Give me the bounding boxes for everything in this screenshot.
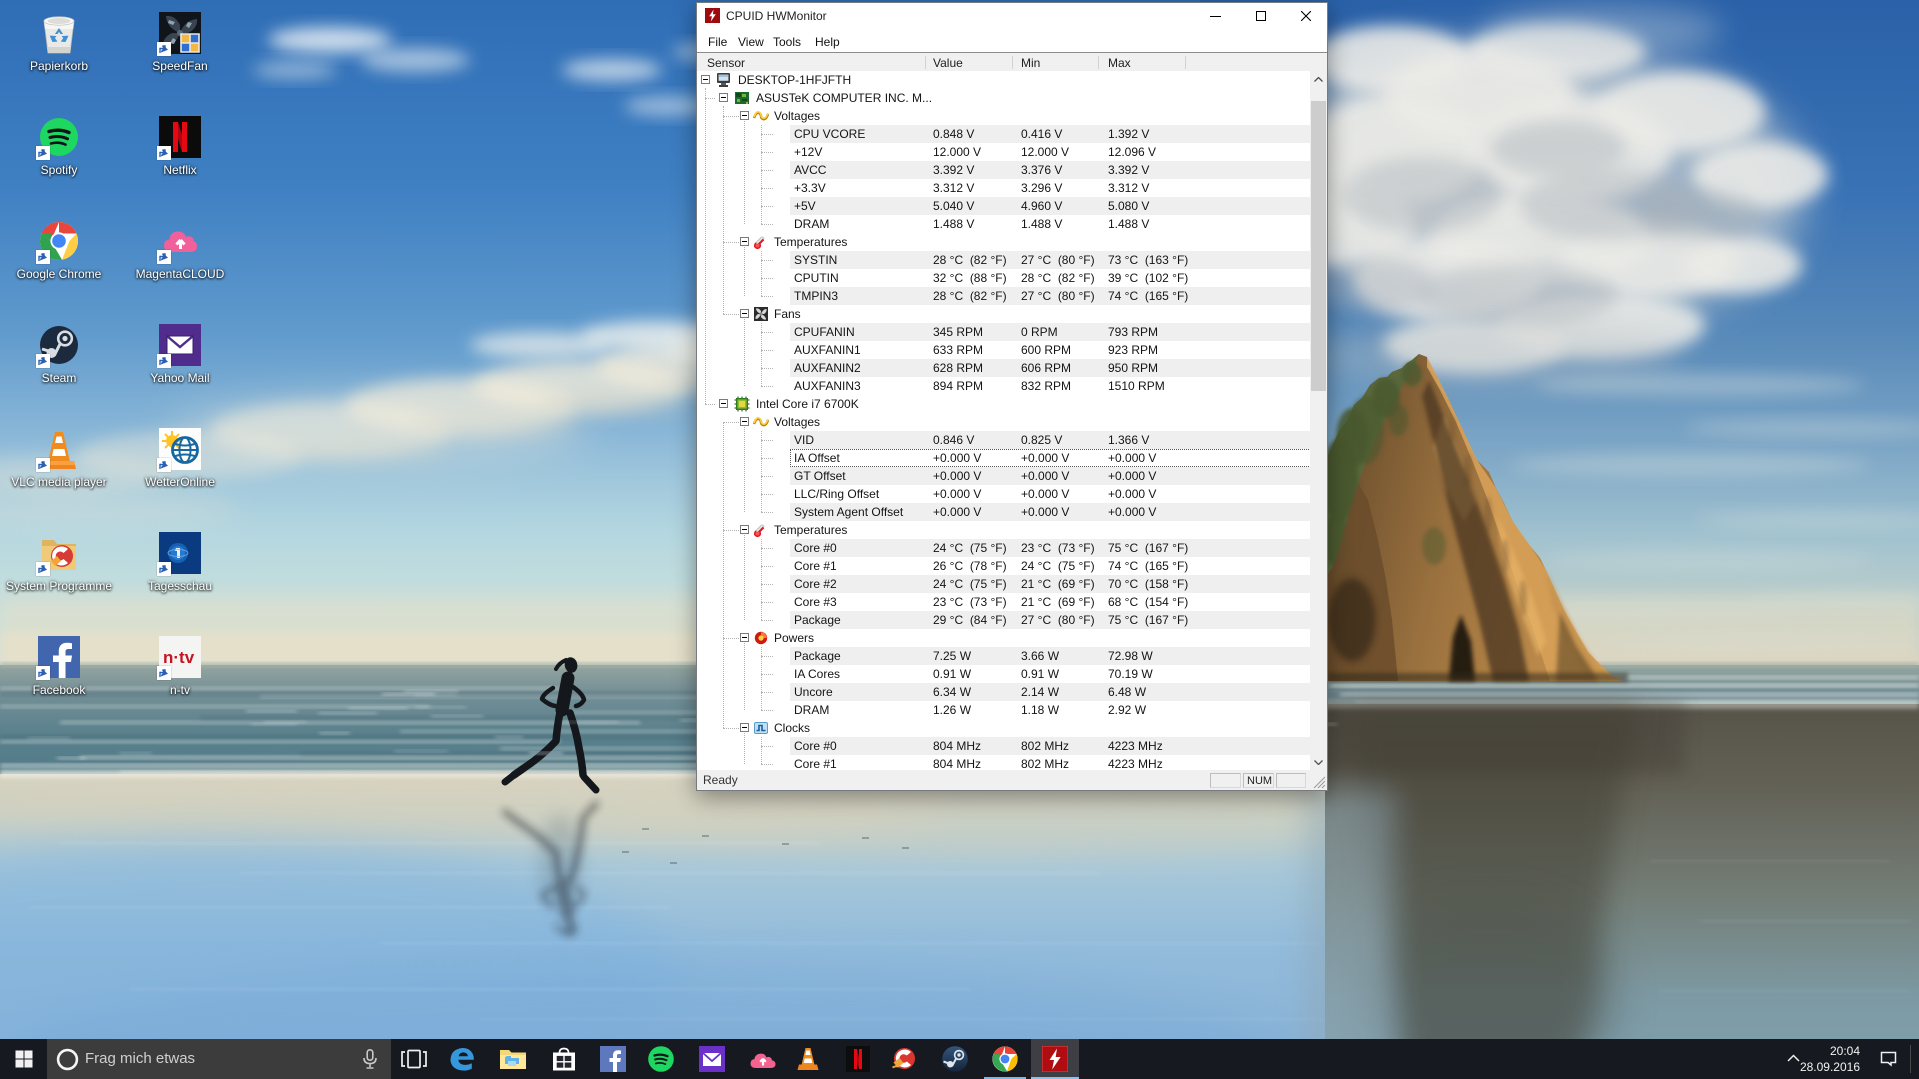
svg-text:n·tv: n·tv	[163, 648, 195, 667]
